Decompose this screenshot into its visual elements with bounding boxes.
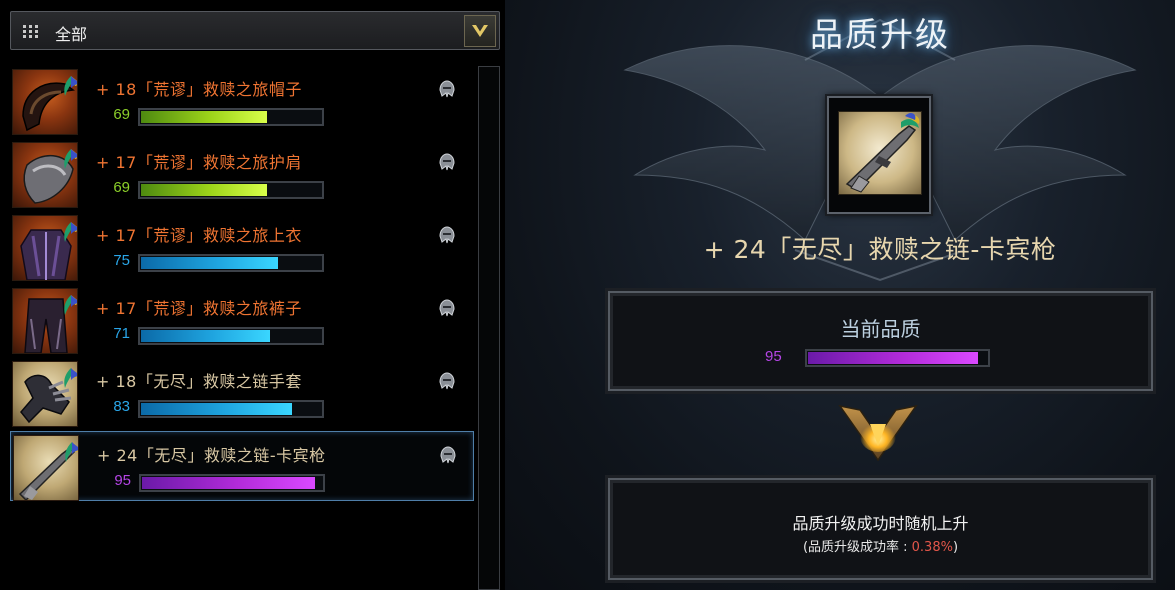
rifle-icon	[838, 111, 922, 195]
gloves-icon	[12, 361, 78, 427]
item-quality-bar	[138, 400, 324, 418]
upgrade-info-text: 品质升级成功时随机上升	[792, 514, 969, 533]
item-name: + 18「无尽」救赎之链手套	[96, 372, 302, 391]
current-quality-panel: 当前品质 95	[608, 291, 1153, 391]
item-name: + 17「荒谬」救赎之旅上衣	[96, 226, 302, 245]
current-quality-value: 95	[765, 348, 782, 365]
grid-icon	[23, 25, 39, 39]
armor-icon	[12, 215, 78, 281]
selected-item-name: + 24「无尽」救赎之链-卡宾枪	[703, 235, 1057, 264]
current-quality-bar	[805, 349, 990, 367]
current-quality-label: 当前品质	[840, 317, 921, 341]
equipment-list-item[interactable]: + 17「荒谬」救赎之旅护肩 69	[10, 139, 474, 209]
category-filter-dropdown[interactable]: 全部	[10, 11, 500, 50]
item-quality-bar-fill	[141, 257, 278, 269]
helmet-icon[interactable]	[436, 297, 458, 323]
item-name: + 17「荒谬」救赎之旅裤子	[96, 299, 302, 318]
item-quality-bar-fill	[142, 477, 315, 489]
item-quality-bar	[138, 254, 324, 272]
item-name: + 24「无尽」救赎之链-卡宾枪	[97, 446, 326, 465]
equipment-list-item[interactable]: + 17「荒谬」救赎之旅裤子 71	[10, 285, 474, 355]
item-quality-value: 69	[113, 179, 130, 196]
item-quality-bar	[139, 474, 325, 492]
item-quality-value: 71	[113, 325, 130, 342]
helmet-icon[interactable]	[437, 444, 459, 470]
success-rate-text: (品质升级成功率 : 0.38%)	[610, 536, 1151, 555]
filter-label: 全部	[55, 25, 88, 44]
success-rate-prefix: (品质升级成功率 :	[802, 540, 912, 555]
success-rate-value: 0.38%	[911, 540, 953, 555]
item-quality-value: 95	[114, 472, 131, 489]
item-name: + 17「荒谬」救赎之旅护肩	[96, 153, 302, 172]
item-quality-value: 83	[113, 398, 130, 415]
dropdown-button[interactable]	[464, 15, 496, 47]
upgrade-info-panel: 品质升级成功时随机上升 (品质升级成功率 : 0.38%)	[608, 478, 1153, 580]
helmet-icon[interactable]	[436, 224, 458, 250]
equipment-list-item[interactable]: + 17「荒谬」救赎之旅上衣 75	[10, 212, 474, 282]
item-quality-bar-fill	[141, 111, 267, 123]
down-arrow-icon	[838, 404, 918, 462]
item-quality-bar	[138, 108, 324, 126]
rifle-icon	[13, 435, 79, 501]
item-quality-bar-fill	[141, 184, 267, 196]
equipment-list-item[interactable]: + 18「无尽」救赎之链手套 83	[10, 358, 474, 428]
chevron-down-icon	[472, 25, 488, 37]
pants-icon	[12, 288, 78, 354]
helmet-icon	[12, 69, 78, 135]
item-quality-value: 75	[113, 252, 130, 269]
equipment-list-item[interactable]: + 18「荒谬」救赎之旅帽子 69	[10, 66, 474, 136]
selected-item-slot	[827, 96, 931, 214]
current-quality-bar-fill	[808, 352, 978, 364]
scrollbar[interactable]	[478, 66, 500, 590]
item-quality-bar	[138, 181, 324, 199]
item-quality-bar-fill	[141, 403, 292, 415]
item-name: + 18「荒谬」救赎之旅帽子	[96, 80, 302, 99]
equipment-list-item[interactable]: + 24「无尽」救赎之链-卡宾枪 95	[10, 431, 474, 501]
shoulder-icon	[12, 142, 78, 208]
item-list-panel: 全部 + 18「荒谬」救赎之旅帽子 69 + 17「荒谬」救赎之旅护肩 69 + 17「…	[0, 0, 505, 590]
helmet-icon[interactable]	[436, 78, 458, 104]
page-title: 品质升级	[810, 15, 950, 54]
item-quality-bar-fill	[141, 330, 270, 342]
item-quality-bar	[138, 327, 324, 345]
success-rate-suffix: )	[952, 540, 959, 555]
quality-upgrade-panel: 品质升级 + 24「无尽」救赎之链-卡宾枪 当前品质 95 品质升级成功时随机上…	[505, 0, 1175, 590]
item-quality-value: 69	[113, 106, 130, 123]
helmet-icon[interactable]	[436, 151, 458, 177]
helmet-icon[interactable]	[436, 370, 458, 396]
